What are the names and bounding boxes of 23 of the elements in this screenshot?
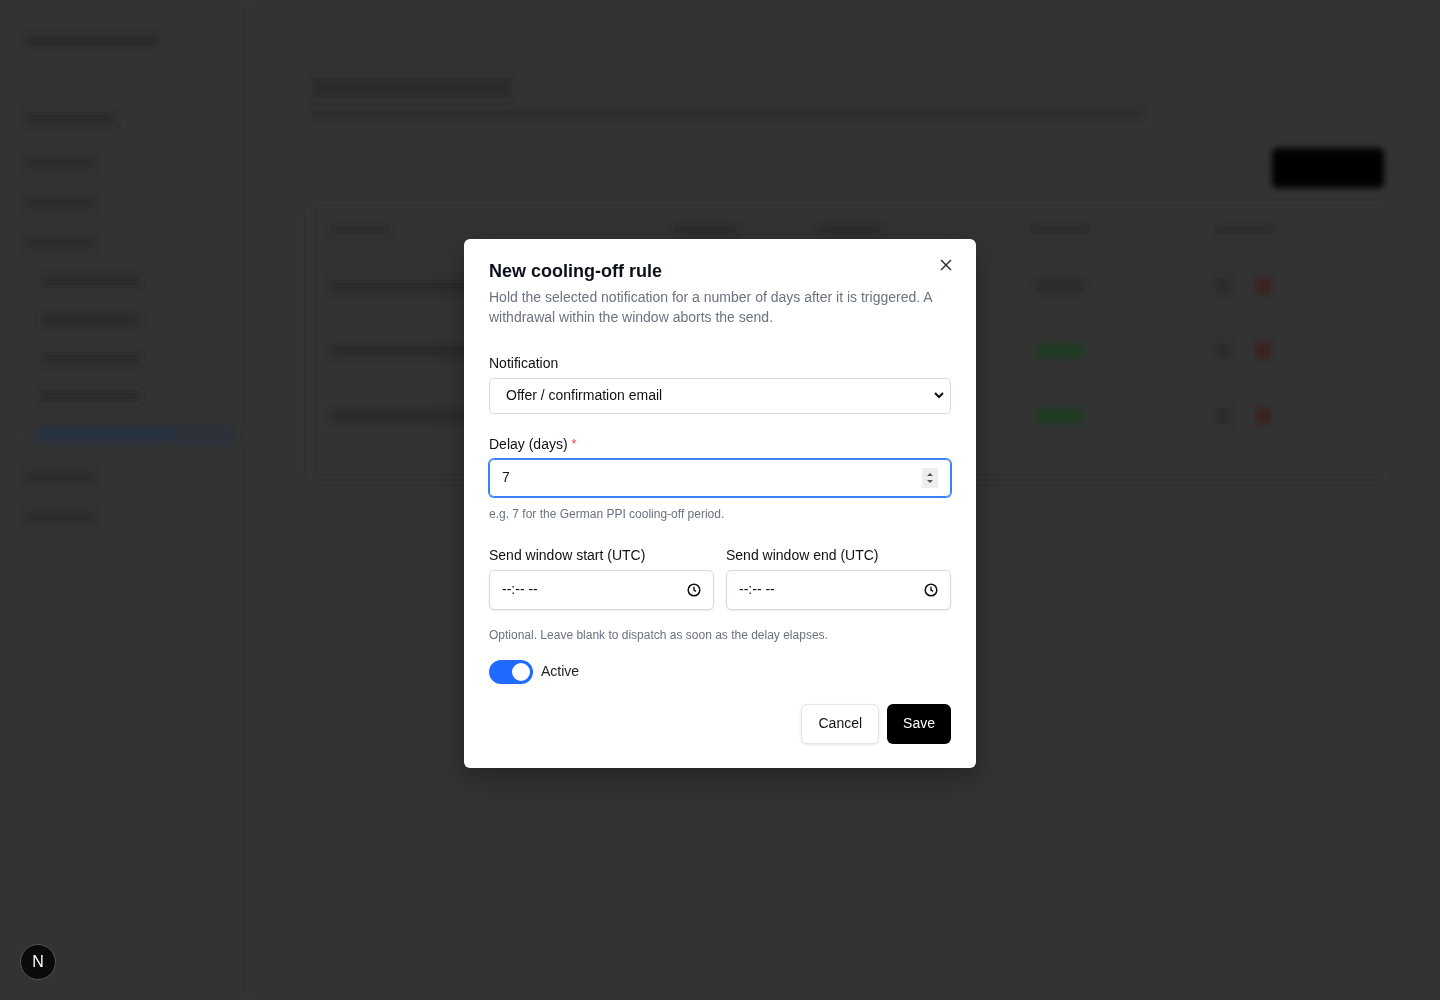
dev-badge[interactable]: N (20, 944, 56, 980)
help-text: Optional. Leave blank to dispatch as soon as the delay elapses. (489, 626, 829, 644)
chevron-down-icon (934, 392, 944, 400)
field-label: Delay (days) (489, 434, 568, 454)
close-icon[interactable] (940, 259, 952, 271)
clock-icon[interactable] (687, 582, 701, 597)
time-input[interactable]: --:-- -- (489, 569, 714, 610)
clock-icon[interactable] (924, 582, 938, 597)
active-toggle[interactable] (489, 659, 533, 684)
required-mark: * (571, 434, 577, 453)
dialog-description: Hold the selected notification for a number of days after it is triggered. A withdrawal within the window aborts the send. (489, 287, 934, 327)
delay-input[interactable]: 7 (489, 458, 951, 497)
toggle-label: Active (541, 662, 580, 682)
spinner-icon[interactable] (922, 467, 938, 488)
cancel-button[interactable]: Cancel (801, 703, 880, 744)
field-label: Send window start (UTC) (489, 545, 646, 565)
time-input[interactable]: --:-- -- (726, 569, 951, 610)
notification-select[interactable]: Offer / confirmation email (489, 377, 951, 414)
dialog-title: New cooling-off rule (489, 261, 662, 283)
field-label: Send window end (UTC) (726, 545, 879, 565)
help-text: e.g. 7 for the German PPI cooling-off period. (489, 505, 726, 523)
save-button[interactable]: Save (887, 703, 951, 744)
field-label: Notification (489, 353, 559, 373)
